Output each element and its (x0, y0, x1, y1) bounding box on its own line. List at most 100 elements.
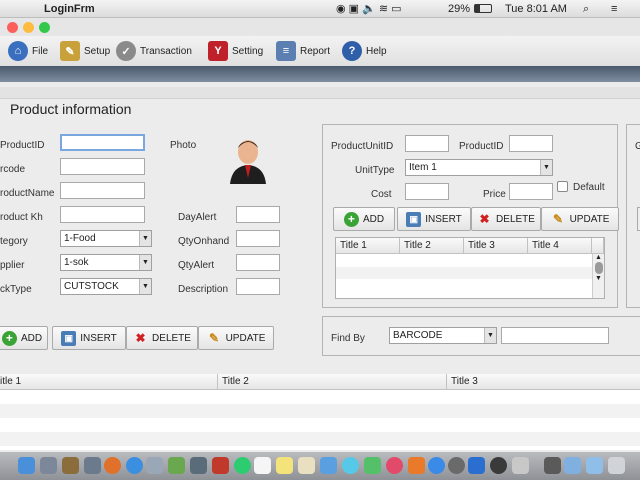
mail-icon[interactable] (320, 457, 337, 474)
add-button[interactable]: + ADD (0, 326, 48, 350)
cost-input[interactable] (405, 183, 449, 200)
firefox-icon[interactable] (104, 457, 121, 474)
barcode-input[interactable] (60, 158, 145, 175)
right-partial-panel: G (626, 124, 640, 308)
column-header[interactable]: Title 3 (447, 374, 640, 390)
finder-icon[interactable] (18, 457, 35, 474)
downloads-folder-icon[interactable] (586, 457, 603, 474)
table-row[interactable] (0, 432, 640, 446)
battery-icon[interactable] (474, 4, 492, 13)
photo-label: Photo (170, 140, 197, 151)
description-input[interactable] (236, 278, 280, 295)
day-alert-input[interactable] (236, 206, 280, 223)
chevron-down-icon: ▼ (139, 279, 151, 294)
product-id-label: ProductID (0, 140, 45, 151)
app-icon[interactable] (544, 457, 561, 474)
column-header[interactable]: Title 2 (400, 238, 464, 254)
virtualbox-icon[interactable] (146, 457, 163, 474)
find-by-select[interactable]: BARCODE ▼ (389, 327, 497, 344)
user-avatar-icon[interactable] (226, 134, 270, 186)
add-label: ADD (362, 213, 385, 225)
app-name[interactable]: LoginFrm (44, 0, 95, 18)
scroll-thumb[interactable] (594, 262, 603, 274)
clock[interactable]: Tue 8:01 AM (505, 0, 567, 18)
ibooks-icon[interactable] (408, 457, 425, 474)
zoom-icon[interactable] (39, 22, 50, 33)
messages-icon[interactable] (342, 457, 359, 474)
launchpad-icon[interactable] (40, 457, 57, 474)
scroll-up-icon[interactable]: ▲ (593, 254, 604, 261)
minimize-icon[interactable] (23, 22, 34, 33)
toolbar-report[interactable]: ≡ Report (276, 40, 330, 62)
quicktime-icon[interactable] (490, 457, 507, 474)
price-input[interactable] (509, 183, 553, 200)
notification-list-icon[interactable]: ≡ (611, 0, 617, 18)
unit-insert-button[interactable]: ▣ INSERT (397, 207, 471, 231)
supplier-select[interactable]: 1-sok ▼ (60, 254, 152, 271)
battery-percent: 29% (448, 3, 471, 15)
category-select[interactable]: 1-Food ▼ (60, 230, 152, 247)
unit-id-input[interactable] (405, 135, 449, 152)
column-header[interactable]: Title 3 (464, 238, 528, 254)
insert-button[interactable]: ▣ INSERT (52, 326, 126, 350)
unit-update-button[interactable]: ✎ UPDATE (541, 207, 619, 231)
trash-icon[interactable] (608, 457, 625, 474)
default-checkbox[interactable] (557, 181, 568, 192)
find-input[interactable] (501, 327, 609, 344)
unit-delete-button[interactable]: ✖ DELETE (471, 207, 541, 231)
app-icon[interactable] (190, 457, 207, 474)
product-name-input[interactable] (60, 182, 145, 199)
product-name-label: roductName (0, 188, 55, 199)
section-divider (0, 87, 640, 99)
unit-product-id-input[interactable] (509, 135, 553, 152)
window-title-bar (0, 18, 640, 36)
app-icon[interactable] (212, 457, 229, 474)
toolbar-label: Setup (84, 45, 111, 57)
stickies-icon[interactable] (276, 457, 293, 474)
delete-button[interactable]: ✖ DELETE (126, 326, 198, 350)
day-alert-label: DayAlert (178, 212, 217, 223)
notes-icon[interactable] (62, 457, 79, 474)
column-header[interactable]: itle 1 (0, 374, 218, 390)
app-icon[interactable] (512, 457, 529, 474)
system-preferences-icon[interactable] (448, 457, 465, 474)
toolbar-file[interactable]: ⌂ File (8, 40, 48, 62)
column-header[interactable]: Title 1 (336, 238, 400, 254)
toolbar-setup[interactable]: ✎ Setup (60, 40, 110, 62)
table-row[interactable] (0, 404, 640, 418)
app-store-icon[interactable] (428, 457, 445, 474)
column-header[interactable]: Title 4 (528, 238, 592, 254)
facetime-icon[interactable] (364, 457, 381, 474)
product-id-input[interactable] (60, 134, 145, 151)
toolbar-help[interactable]: ? Help (342, 40, 387, 62)
insert-label: INSERT (425, 213, 462, 225)
setting-icon: Y (208, 41, 228, 61)
close-icon[interactable] (7, 22, 18, 33)
android-icon[interactable] (168, 457, 185, 474)
app-icon[interactable] (468, 457, 485, 474)
qty-alert-label: QtyAlert (178, 260, 215, 271)
folder-icon[interactable] (564, 457, 581, 474)
line-icon[interactable] (234, 457, 251, 474)
qty-onhand-input[interactable] (236, 230, 280, 247)
unit-type-select[interactable]: Item 1 ▼ (405, 159, 553, 176)
itunes-icon[interactable] (386, 457, 403, 474)
spotlight-icon[interactable]: ⌕ (583, 0, 589, 18)
contacts-icon[interactable] (298, 457, 315, 474)
scroll-down-icon[interactable]: ▼ (593, 275, 604, 282)
stocktype-select[interactable]: CUTSTOCK ▼ (60, 278, 152, 295)
vertical-scrollbar[interactable]: ▲ ▼ (592, 254, 604, 298)
update-button[interactable]: ✎ UPDATE (198, 326, 274, 350)
toolbar-setting[interactable]: Y Setting (208, 40, 263, 62)
unit-add-button[interactable]: + ADD (333, 207, 395, 231)
rocket-icon[interactable] (84, 457, 101, 474)
table-row[interactable] (336, 267, 592, 279)
column-header[interactable]: Title 2 (218, 374, 447, 390)
qty-alert-input[interactable] (236, 254, 280, 271)
update-label: UPDATE (569, 213, 610, 225)
calendar-icon[interactable] (254, 457, 271, 474)
toolbar-transaction[interactable]: ✓ Transaction (116, 40, 192, 62)
qty-onhand-label: QtyOnhand (178, 236, 230, 247)
product-kh-input[interactable] (60, 206, 145, 223)
safari-icon[interactable] (126, 457, 143, 474)
